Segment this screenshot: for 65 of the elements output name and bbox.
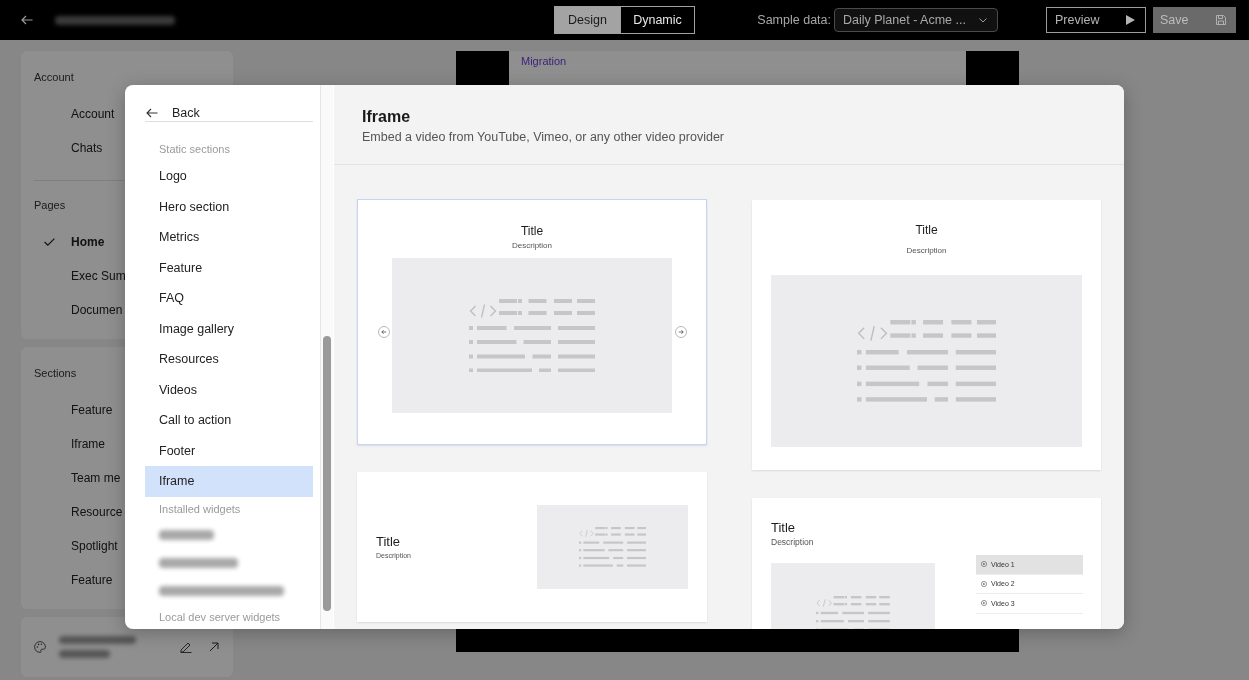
template-card[interactable]: Title Description [357, 199, 707, 445]
pencil-icon[interactable] [180, 641, 192, 653]
sidebar-item[interactable]: Feature [34, 563, 113, 597]
sidebar-item[interactable]: Resource [34, 495, 123, 529]
section-type-item[interactable]: Feature [145, 252, 313, 283]
template-description: Description [905, 246, 948, 256]
scrollbar-thumb[interactable] [323, 336, 331, 611]
sample-data-label: Sample data: [757, 13, 831, 27]
dialog-title: Iframe [362, 107, 412, 127]
section-type-item[interactable]: Image gallery [145, 313, 313, 344]
section-type-item[interactable]: Videos [145, 374, 313, 405]
palette-icon [34, 641, 46, 653]
preview-button[interactable]: Preview [1046, 7, 1146, 33]
save-icon [1216, 15, 1226, 25]
arrow-left-icon [377, 326, 390, 338]
section-type-item[interactable]: Iframe [145, 466, 313, 497]
migration-link[interactable]: Migration [521, 55, 567, 67]
chevron-down-icon [979, 17, 987, 23]
skeleton-lines-drawing [578, 527, 647, 567]
sidebar-item[interactable]: Exec Sum [34, 259, 126, 293]
sidebar-item[interactable]: Home [34, 225, 105, 259]
sidebar-item[interactable]: Chats [34, 131, 103, 165]
section-type-item[interactable]: Resources [145, 344, 313, 375]
section-type-item[interactable]: Footer [145, 435, 313, 466]
dialog-description: Embed a video from YouTube, Vimeo, or any other video provider [362, 129, 726, 145]
section-type-item[interactable]: FAQ [145, 283, 313, 314]
group-heading: Installed widgets [158, 501, 242, 517]
play-circle-icon [981, 580, 987, 587]
sidebar-item[interactable]: Feature [34, 393, 113, 427]
sample-data-select[interactable]: Daily Planet - Acme ... [834, 8, 998, 32]
check-icon [44, 238, 55, 246]
sidebar-heading: Account [34, 70, 74, 85]
template-title: Title [519, 224, 545, 238]
template-description: Description [511, 241, 553, 251]
sidebar-item[interactable]: Team me [34, 461, 121, 495]
group-heading: Static sections [158, 142, 231, 157]
play-icon [1126, 15, 1135, 25]
sidebar-heading: Sections [34, 366, 77, 381]
sidebar-heading: Pages [34, 198, 66, 213]
sidebar-item[interactable]: Spotlight [34, 529, 118, 563]
group-heading: Local dev server widgets [158, 609, 282, 625]
back-arrow-icon [146, 108, 158, 118]
mode-tab[interactable]: Design [555, 7, 620, 33]
back-arrow-icon[interactable] [21, 15, 33, 25]
sidebar-item[interactable]: Account [34, 97, 115, 131]
template-title: Title [771, 520, 797, 535]
back-button[interactable]: Back [145, 105, 200, 121]
template-title: Title [914, 223, 939, 237]
play-circle-icon [981, 600, 987, 607]
sidebar-item[interactable]: Documen [34, 293, 123, 327]
template-card[interactable]: Title Description [752, 200, 1101, 470]
sidebar-item[interactable]: Iframe [34, 427, 105, 461]
play-circle-icon [981, 561, 987, 568]
section-type-item[interactable]: Call to action [145, 405, 313, 436]
arrow-right-icon [674, 326, 687, 338]
arrow-up-right-icon[interactable] [209, 642, 219, 652]
template-title: Title [376, 534, 402, 549]
section-type-item[interactable]: Logo [145, 161, 313, 192]
template-description: Description [771, 537, 815, 547]
code-icon [816, 599, 832, 608]
code-icon [469, 303, 497, 318]
section-type-item[interactable]: Metrics [145, 222, 313, 253]
code-icon [857, 325, 887, 342]
code-icon [579, 529, 594, 538]
section-type-item[interactable]: Hero section [145, 191, 313, 222]
